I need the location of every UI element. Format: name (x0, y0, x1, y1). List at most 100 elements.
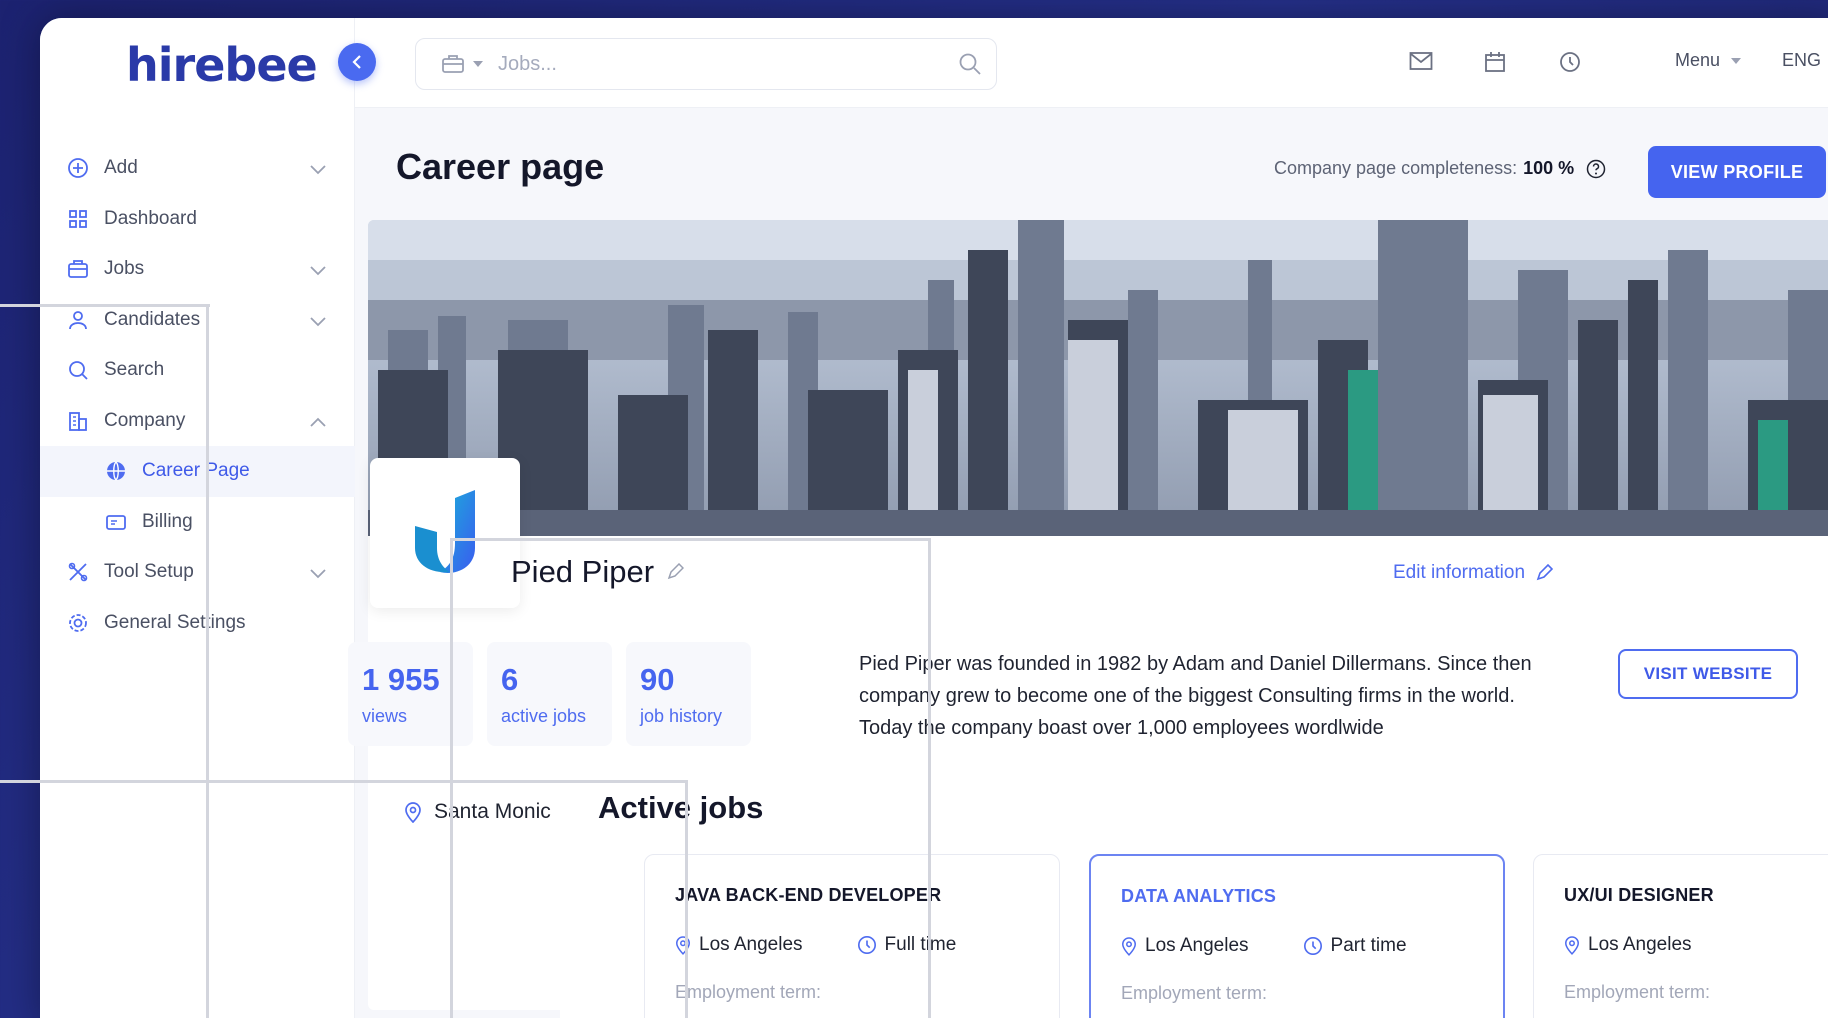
chevron-down-icon[interactable] (309, 563, 327, 585)
sidebar-item-label: Billing (142, 510, 193, 532)
mail-icon[interactable] (1409, 51, 1433, 76)
sidebar-item-candidates[interactable]: Candidates (40, 295, 355, 346)
job-card[interactable]: JAVA BACK-END DEVELOPER Los Angeles Full… (644, 854, 1060, 1018)
sidebar-nav: Add Dashboard Jobs Candidates Search Com… (40, 143, 355, 648)
sidebar-item-label: General Settings (104, 611, 246, 633)
pencil-icon[interactable] (666, 563, 685, 581)
card-icon (104, 510, 128, 534)
sidebar-item-dashboard[interactable]: Dashboard (40, 194, 355, 245)
job-title: DATA ANALYTICS (1121, 886, 1277, 906)
sidebar-item-general-settings[interactable]: General Settings (40, 598, 355, 649)
job-type: Part time (1303, 935, 1407, 957)
stat-active-jobs: 6 active jobs (487, 642, 612, 746)
company-page-completeness: Company page completeness: 100 % (1274, 158, 1606, 179)
help-icon[interactable] (1586, 159, 1606, 179)
stat-label: active jobs (501, 706, 587, 726)
company-name-text: Pied Piper (511, 554, 655, 589)
sidebar-item-tool-setup[interactable]: Tool Setup (40, 547, 355, 598)
chevron-up-icon[interactable] (309, 412, 327, 434)
stat-value: 1 955 (362, 662, 440, 697)
job-location: Los Angeles (1564, 934, 1692, 956)
pied-piper-logo-icon (415, 490, 475, 573)
job-term: Employment term: (1564, 982, 1711, 1002)
job-term: Employment term: (675, 982, 822, 1002)
briefcase-icon (66, 257, 90, 281)
job-card[interactable]: UX/UI DESIGNER Los Angeles Employment te… (1533, 854, 1828, 1018)
calendar-icon[interactable] (1484, 51, 1506, 78)
overlay-line (450, 538, 931, 541)
caret-down-icon (1731, 57, 1742, 64)
job-type: Full time (857, 934, 957, 956)
job-location-text: Los Angeles (1145, 935, 1249, 956)
overlay-line (0, 780, 688, 783)
location-pin-icon (405, 802, 421, 823)
sidebar-item-label: Career Page (142, 460, 250, 482)
briefcase-icon (442, 55, 464, 73)
app-window: hirebee Add Dashboard Jobs Candidates Se… (40, 18, 1828, 1018)
sidebar-item-add[interactable]: Add (40, 143, 355, 194)
overlay-line (0, 304, 210, 307)
search-icon[interactable] (958, 52, 982, 81)
job-card[interactable]: DATA ANALYTICS Los Angeles Part time Emp… (1089, 854, 1505, 1018)
job-term: Employment term: (1121, 983, 1268, 1003)
chevron-down-icon[interactable] (309, 260, 327, 282)
job-search-field[interactable]: Jobs... (415, 38, 997, 90)
job-location: Los Angeles (1121, 935, 1249, 957)
job-type-text: Part time (1330, 935, 1407, 956)
chevron-down-icon[interactable] (309, 159, 327, 181)
edit-information-link[interactable]: Edit information (1393, 562, 1554, 584)
overlay-line (450, 538, 453, 1018)
stat-value: 6 (501, 662, 519, 697)
menu-label: Menu (1675, 50, 1721, 70)
sidebar-item-label: Jobs (104, 258, 145, 280)
completeness-label: Company page completeness: (1274, 158, 1518, 178)
job-location-text: Los Angeles (1588, 934, 1692, 955)
sidebar-item-label: Add (104, 157, 138, 179)
visit-website-button[interactable]: VISIT WEBSITE (1618, 649, 1798, 699)
sidebar-item-company[interactable]: Company (40, 396, 355, 447)
city-banner-image (368, 220, 1828, 536)
grid-icon (66, 207, 90, 231)
sidebar-item-label: Candidates (104, 308, 201, 330)
job-location-text: Los Angeles (699, 934, 803, 955)
chevron-down-icon[interactable] (309, 311, 327, 333)
sidebar-item-jobs[interactable]: Jobs (40, 244, 355, 295)
job-title: JAVA BACK-END DEVELOPER (675, 885, 942, 905)
company-description: Pied Piper was founded in 1982 by Adam a… (859, 653, 1532, 739)
clock-icon[interactable] (1559, 51, 1581, 78)
clock-icon (857, 936, 876, 954)
overlay-line (928, 538, 931, 1018)
overlay-line (685, 780, 688, 1018)
gear-icon (66, 611, 90, 635)
job-type-text: Full time (884, 934, 957, 955)
menu-dropdown[interactable]: Menu (1675, 50, 1742, 71)
sidebar-item-career-page[interactable]: Career Page (40, 446, 355, 497)
hirebee-logo[interactable]: hirebee (126, 38, 318, 92)
search-input[interactable]: Jobs... (498, 53, 557, 76)
plus-circle-icon (66, 156, 90, 180)
sidebar-item-billing[interactable]: Billing (40, 497, 355, 548)
building-icon (66, 409, 90, 433)
stat-label: job history (640, 706, 723, 726)
stat-label: views (362, 706, 408, 726)
collapse-sidebar-button[interactable] (338, 43, 376, 81)
page-title: Career page (396, 146, 605, 187)
company-location: Santa Monic (404, 800, 551, 824)
tools-icon (66, 560, 90, 584)
user-icon (66, 308, 90, 332)
sidebar-item-label: Search (104, 359, 165, 381)
sidebar-item-search[interactable]: Search (40, 345, 355, 396)
language-dropdown[interactable]: ENG (1782, 50, 1828, 71)
completeness-value: 100 % (1523, 158, 1575, 178)
caret-down-icon[interactable] (472, 60, 484, 68)
company-logo-card[interactable] (370, 458, 520, 608)
sidebar-item-label: Tool Setup (104, 561, 194, 583)
stat-views: 1 955 views (348, 642, 473, 746)
overlay-line (206, 304, 209, 1018)
search-icon (66, 358, 90, 382)
edit-information-label: Edit information (1393, 562, 1526, 583)
job-title: UX/UI DESIGNER (1564, 885, 1714, 905)
sidebar-item-label: Dashboard (104, 207, 197, 229)
view-profile-button[interactable]: VIEW PROFILE (1648, 146, 1826, 198)
location-pin-icon (676, 936, 690, 955)
